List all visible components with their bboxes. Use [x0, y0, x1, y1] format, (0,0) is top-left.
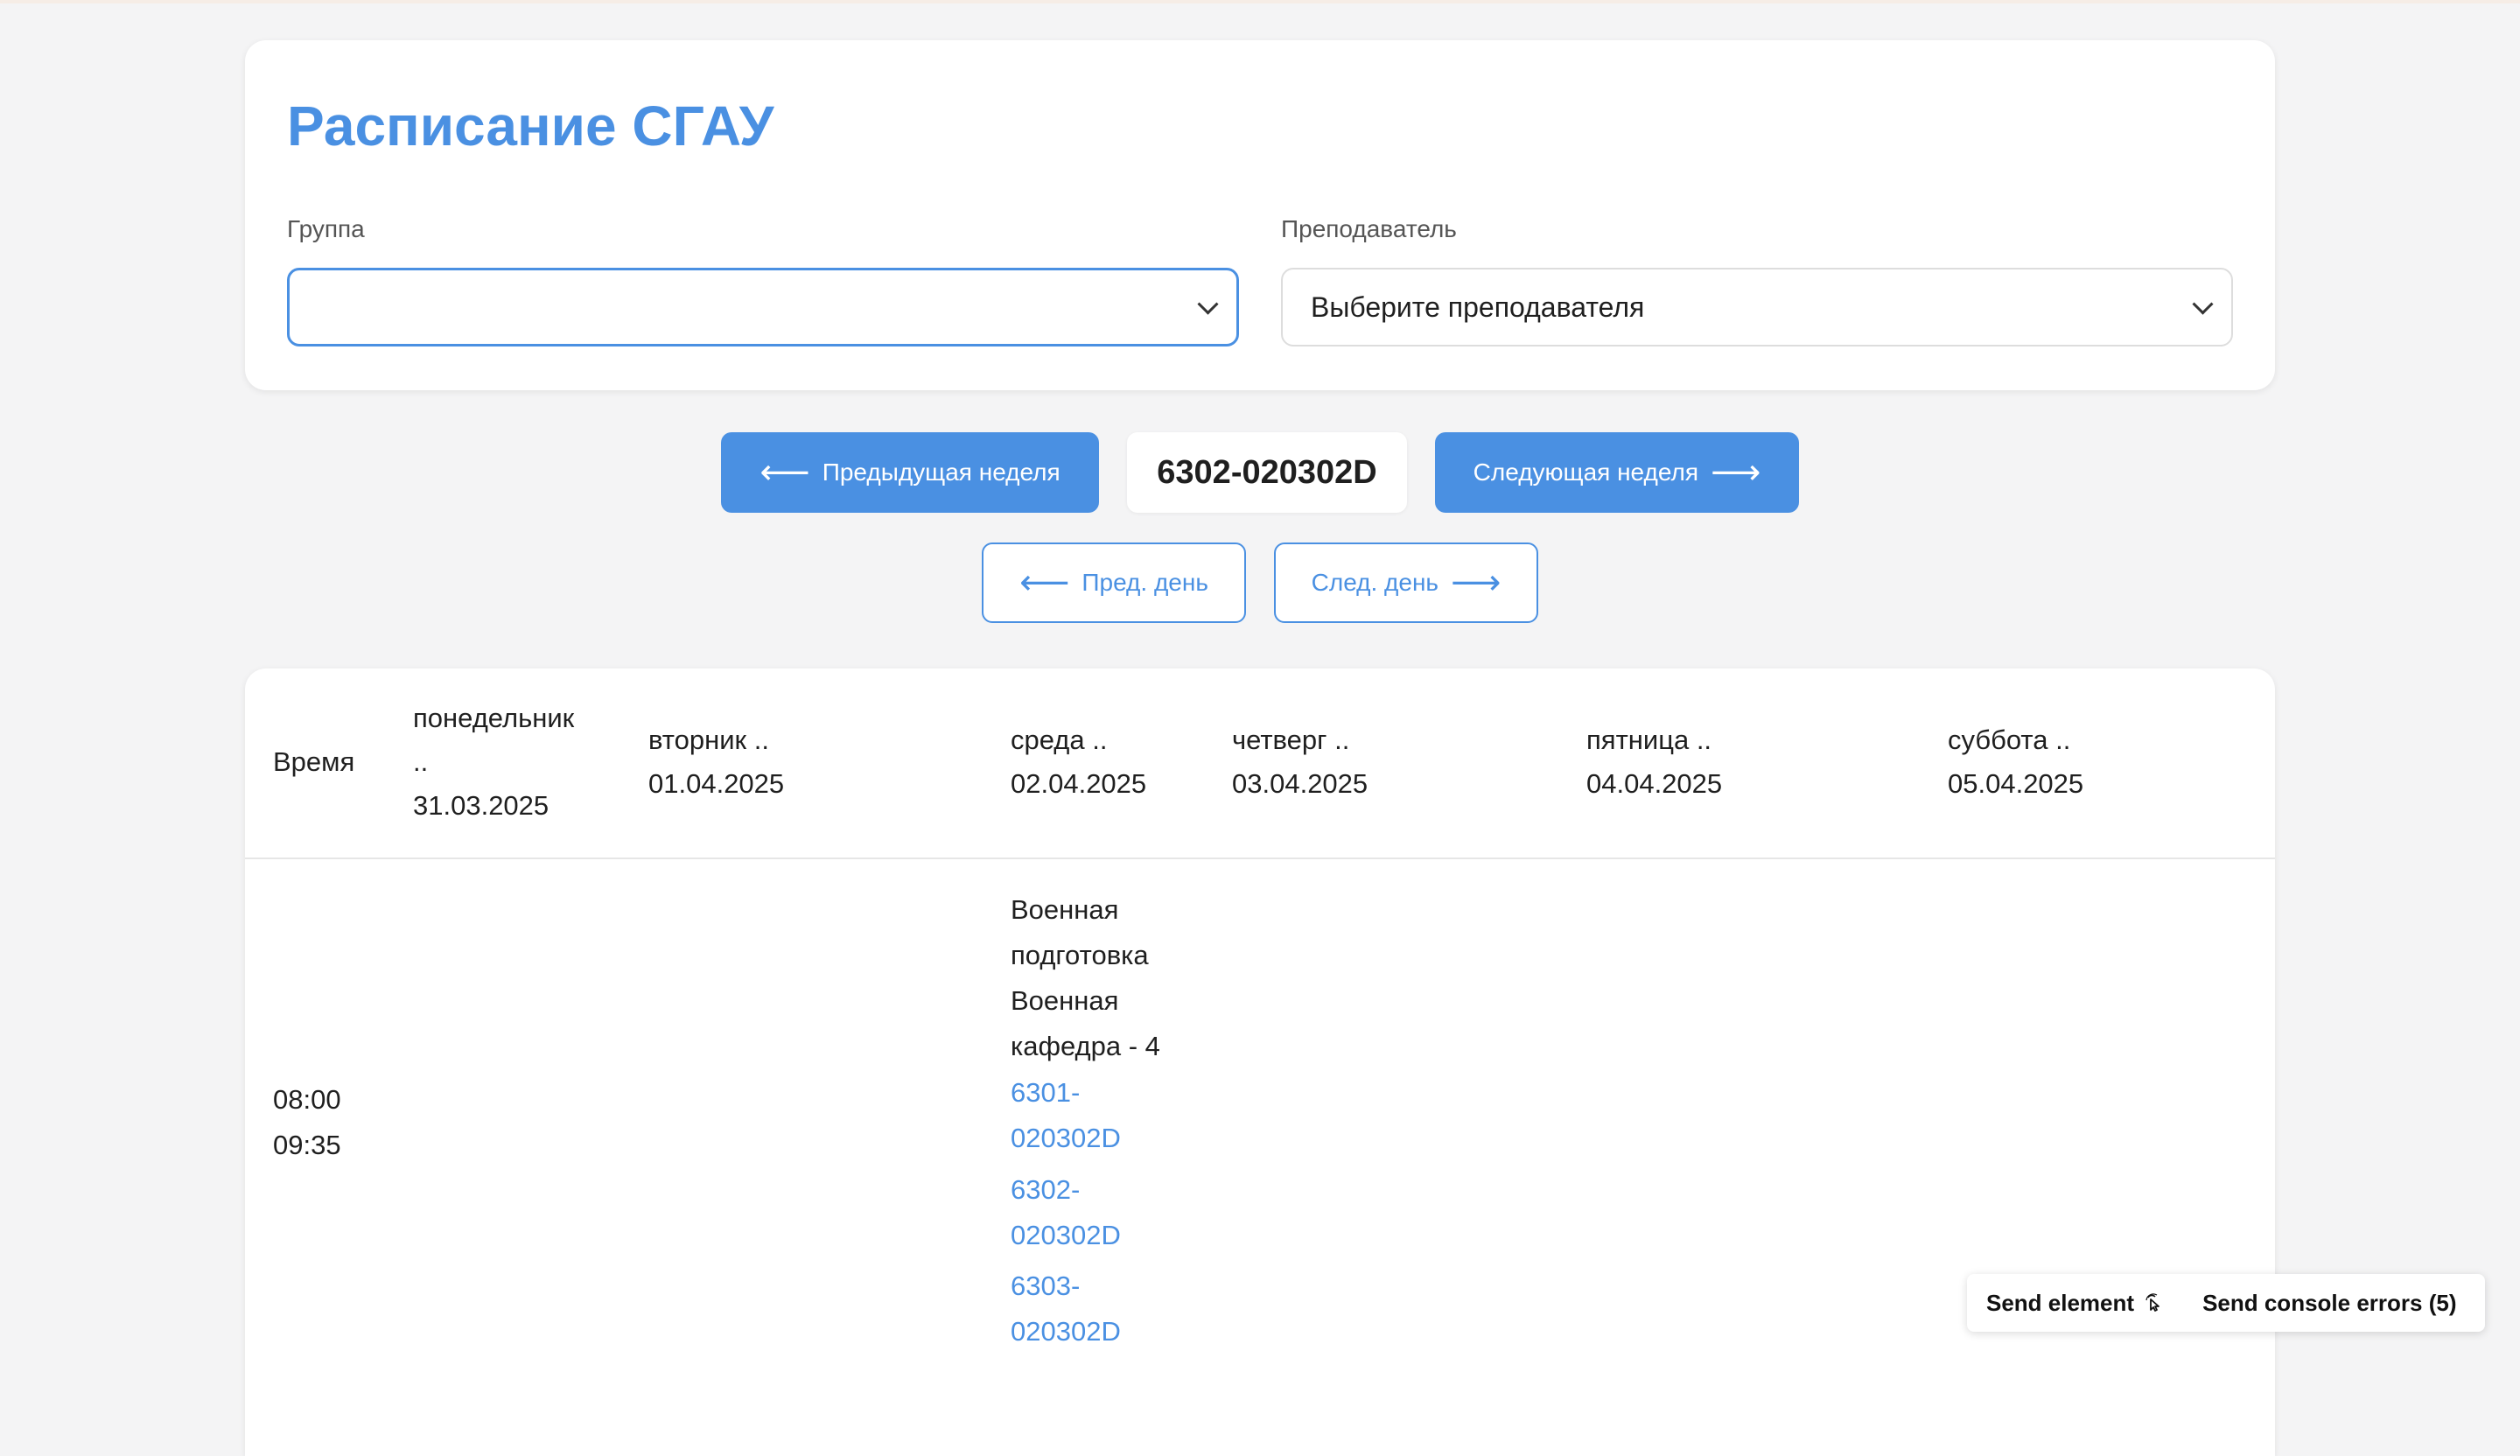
- group-link-line: 6303-: [1011, 1270, 1081, 1301]
- day-date: 03.04.2025: [1232, 768, 1368, 799]
- send-console-errors-label: Send console errors (5): [2202, 1289, 2457, 1316]
- day-date: 05.04.2025: [1948, 768, 2084, 799]
- day-name: вторник ..: [648, 724, 769, 755]
- lesson-subject: Военная: [1011, 894, 1119, 925]
- group-link-6302[interactable]: 6302- 020302D: [1011, 1167, 1121, 1258]
- send-console-errors-button[interactable]: Send console errors (5): [2183, 1290, 2475, 1317]
- lesson-cell-wednesday: Военная подготовка Военная кафедра - 4: [1011, 887, 1160, 1069]
- arrow-right-icon: ⟶: [1451, 564, 1502, 602]
- day-date: 31.03.2025: [413, 790, 550, 821]
- group-label: Группа: [287, 215, 365, 242]
- day-date: 02.04.2025: [1011, 768, 1147, 799]
- arrow-right-icon: ⟶: [1710, 453, 1761, 492]
- day-header-saturday: суббота .. 05.04.2025: [1948, 718, 2083, 806]
- group-link-6303[interactable]: 6303- 020302D: [1011, 1264, 1121, 1354]
- teacher-select[interactable]: Выберите преподавателя: [1281, 268, 2233, 346]
- prev-week-label: Предыдущая неделя: [822, 458, 1060, 486]
- page-title: Расписание СГАУ: [287, 94, 774, 158]
- group-link-6301[interactable]: 6301- 020302D: [1011, 1070, 1121, 1161]
- day-name: суббота ..: [1948, 724, 2071, 755]
- arrow-left-icon: ⟵: [1019, 564, 1070, 602]
- current-group-label: 6302-020302D: [1127, 432, 1407, 513]
- next-day-label: След. день: [1311, 569, 1439, 596]
- teacher-select-value: Выберите преподавателя: [1311, 290, 1645, 323]
- day-name: среда ..: [1011, 724, 1108, 755]
- top-border: [0, 0, 2520, 4]
- devtools-toolbar: Send element Send console errors (5): [1967, 1274, 2485, 1332]
- group-link-line: 020302D: [1011, 1123, 1121, 1153]
- day-header-monday: понедельник .. 31.03.2025: [413, 696, 574, 828]
- day-name: четверг ..: [1232, 724, 1350, 755]
- group-link-line: 020302D: [1011, 1220, 1121, 1250]
- time-cell: 08:00 09:35: [273, 1077, 341, 1168]
- day-header-tuesday: вторник .. 01.04.2025: [648, 718, 784, 806]
- day-name: пятница ..: [1586, 724, 1712, 755]
- time-end: 09:35: [273, 1130, 341, 1160]
- send-element-button[interactable]: Send element: [1967, 1290, 2183, 1317]
- time-header: Время: [273, 746, 355, 777]
- lesson-place: Военная: [1011, 985, 1119, 1016]
- day-date: 04.04.2025: [1586, 768, 1723, 799]
- header-divider: [245, 858, 2275, 859]
- group-link-line: 6301-: [1011, 1077, 1081, 1108]
- group-select[interactable]: [287, 268, 1239, 346]
- day-header-friday: пятница .. 04.04.2025: [1586, 718, 1722, 806]
- next-week-button[interactable]: Следующая неделя ⟶: [1435, 432, 1799, 513]
- day-header-wednesday: среда .. 02.04.2025: [1011, 718, 1146, 806]
- pointer-click-icon: [2146, 1293, 2160, 1312]
- day-suffix: ..: [413, 746, 429, 777]
- header-card: Расписание СГАУ Группа Преподаватель Выб…: [245, 40, 2275, 390]
- arrow-left-icon: ⟵: [760, 453, 810, 492]
- chevron-down-icon: [1197, 293, 1219, 315]
- next-day-button[interactable]: След. день ⟶: [1274, 542, 1538, 623]
- time-start: 08:00: [273, 1084, 341, 1115]
- day-date: 01.04.2025: [648, 768, 785, 799]
- chevron-down-icon: [2192, 293, 2214, 315]
- group-link-line: 020302D: [1011, 1316, 1121, 1347]
- prev-day-label: Пред. день: [1082, 569, 1208, 596]
- day-header-thursday: четверг .. 03.04.2025: [1232, 718, 1368, 806]
- prev-day-button[interactable]: ⟵ Пред. день: [982, 542, 1246, 623]
- prev-week-button[interactable]: ⟵ Предыдущая неделя: [721, 432, 1099, 513]
- send-element-label: Send element: [1986, 1289, 2135, 1316]
- group-link-line: 6302-: [1011, 1174, 1081, 1205]
- teacher-label: Преподаватель: [1281, 215, 1457, 242]
- schedule-table: Время понедельник .. 31.03.2025 вторник …: [245, 668, 2275, 1456]
- next-week-label: Следующая неделя: [1473, 458, 1698, 486]
- lesson-subject: подготовка: [1011, 940, 1149, 970]
- day-name: понедельник: [413, 703, 575, 733]
- lesson-place: кафедра - 4: [1011, 1031, 1160, 1061]
